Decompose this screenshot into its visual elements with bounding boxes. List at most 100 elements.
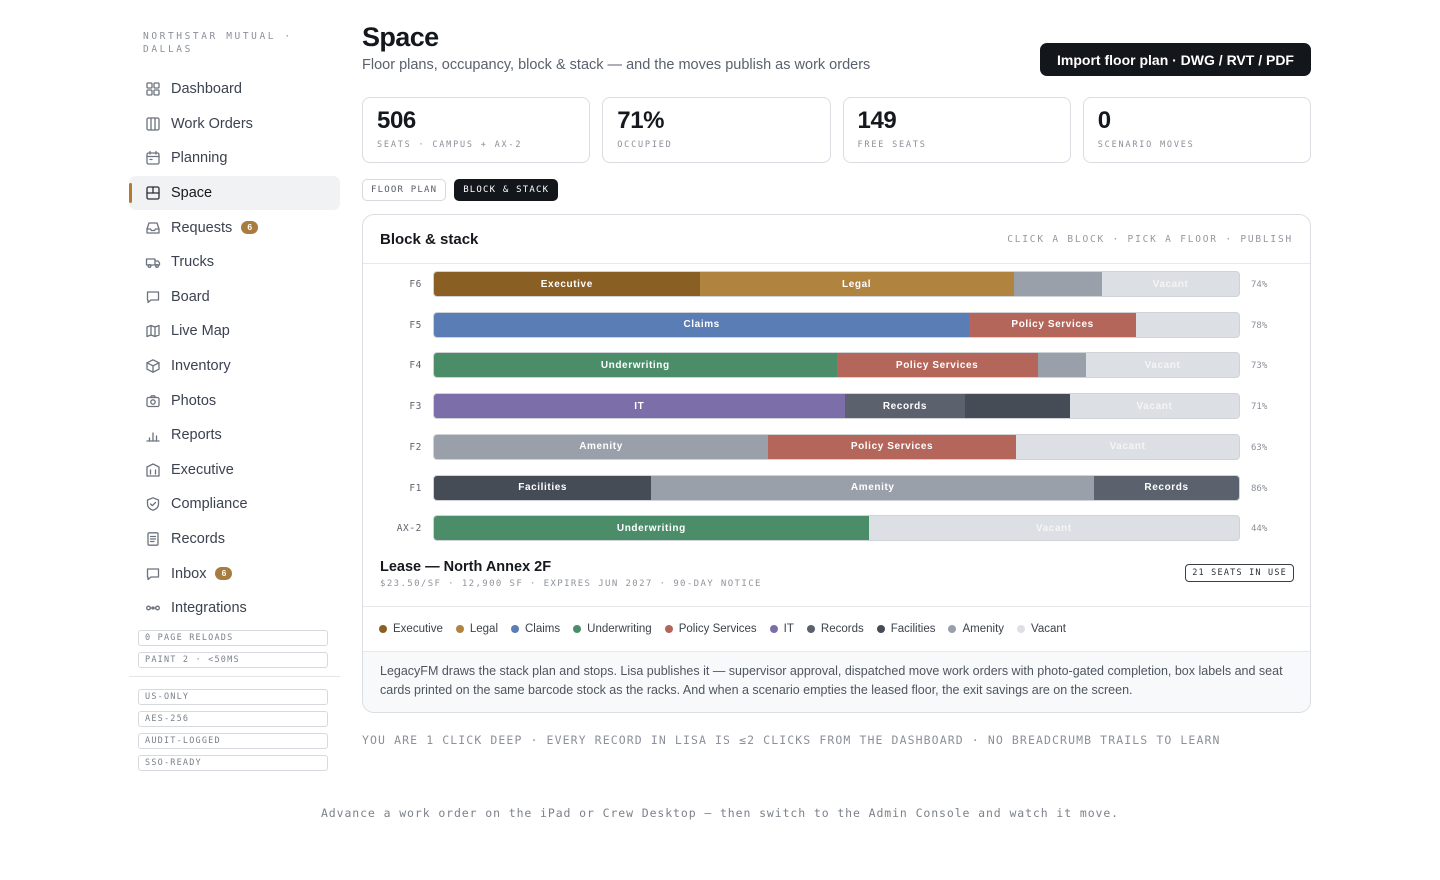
sidebar-item-label: Board [171, 288, 210, 305]
inbox-tray-icon [145, 220, 161, 236]
block-facilities[interactable] [965, 394, 1070, 419]
floor-bar: Claims Policy Services [433, 311, 1240, 338]
sidebar-item-compliance[interactable]: Compliance [129, 487, 340, 522]
block-vacant[interactable]: Vacant [868, 516, 1239, 541]
block-underwriting[interactable]: Underwriting [434, 516, 869, 541]
sidebar-item-requests[interactable]: Requests 6 [129, 210, 340, 245]
sidebar-item-inventory[interactable]: Inventory [129, 349, 340, 384]
legend-swatch [1017, 625, 1026, 633]
security-tag: US-ONLY [138, 688, 328, 705]
message-icon [145, 566, 161, 582]
sidebar-item-inbox[interactable]: Inbox 6 [129, 556, 340, 591]
sidebar-item-board[interactable]: Board [129, 280, 340, 315]
security-tag: AES-256 [138, 710, 328, 727]
legend-swatch [379, 625, 387, 633]
stat-card: 506 SEATS · CAMPUS + AX-2 [362, 97, 591, 163]
sidebar-item-planning[interactable]: Planning [129, 141, 340, 176]
stat-label: SCENARIO MOVES [1097, 140, 1195, 150]
building-icon [145, 462, 161, 478]
block-amenity[interactable] [1037, 353, 1087, 378]
block-vacant[interactable]: Vacant [1102, 272, 1239, 296]
block-underwriting[interactable]: Underwriting [434, 353, 837, 378]
sidebar-item-integrations[interactable]: Integrations [129, 591, 340, 626]
block-amenity[interactable]: Amenity [434, 434, 769, 459]
sidebar-item-live-map[interactable]: Live Map [129, 314, 340, 349]
sidebar-item-label: Planning [171, 150, 228, 167]
floor-label: AX-2 [396, 523, 422, 535]
floor-label: F1 [409, 482, 422, 494]
main-content: Space Floor plans, occupancy, block & st… [362, 20, 1311, 747]
floor-label: F6 [409, 279, 422, 290]
sidebar-item-dashboard[interactable]: Dashboard [129, 72, 340, 107]
sidebar-item-trucks[interactable]: Trucks [129, 245, 340, 280]
block-it[interactable]: IT [434, 394, 845, 419]
legend-item: Facilities [876, 623, 935, 635]
sidebar-item-label: Live Map [171, 323, 230, 340]
sidebar-item-label: Inbox [171, 565, 207, 582]
legend-label: IT [783, 623, 794, 635]
card-hint: CLICK A BLOCK · PICK A FLOOR · PUBLISH [1007, 233, 1293, 245]
sidebar-item-photos[interactable]: Photos [129, 383, 340, 418]
sidebar-item-label: Dashboard [171, 81, 242, 98]
block-records[interactable]: Records [1094, 475, 1239, 500]
floor-label: F5 [409, 319, 422, 331]
stat-card: 149 FREE SEATS [842, 97, 1071, 163]
calendar-icon [145, 150, 161, 166]
tab-block-stack[interactable]: BLOCK & STACK [454, 179, 559, 201]
sidebar-item-work-orders[interactable]: Work Orders [129, 107, 340, 142]
occupancy-percent: 71% [1251, 402, 1268, 413]
shield-icon [145, 496, 161, 512]
block-vacant[interactable]: Vacant [1016, 434, 1239, 459]
legend-swatch [876, 625, 885, 633]
block-legal[interactable]: Legal [699, 272, 1014, 296]
sidebar-item-space[interactable]: Space [129, 175, 340, 211]
sidebar-item-label: Integrations [171, 600, 247, 617]
block-amenity[interactable] [1013, 272, 1103, 296]
legend-item: Executive [379, 623, 443, 635]
page-footer: Advance a work order on the iPad or Crew… [320, 806, 1119, 820]
sidebar-item-label: Trucks [171, 254, 214, 271]
block-policy-services[interactable]: Policy Services [836, 353, 1038, 378]
sidebar-item-label: Compliance [171, 496, 248, 513]
legend-swatch [573, 625, 582, 633]
floor-bar: Underwriting Vacant [433, 515, 1240, 542]
block-policy-services[interactable]: Policy Services [969, 312, 1136, 337]
legend-item: Underwriting [573, 623, 652, 635]
occupancy-percent: 73% [1251, 361, 1268, 372]
block-records[interactable]: Records [844, 394, 966, 419]
block-vacant[interactable]: Vacant [1069, 394, 1239, 419]
legend-item: Records [806, 623, 864, 635]
legend-label: Legal [469, 623, 498, 635]
import-floor-plan-button[interactable]: Import floor plan · DWG / RVT / PDF [1040, 43, 1311, 76]
block-amenity[interactable]: Amenity [651, 475, 1095, 500]
bar-chart-icon [145, 427, 161, 443]
count-badge: 6 [215, 567, 233, 581]
security-tag: AUDIT-LOGGED [138, 732, 328, 749]
block-claims[interactable]: Claims [434, 312, 970, 337]
lease-meta: $23.50/SF · 12,900 SF · EXPIRES JUN 2027… [380, 579, 762, 589]
sidebar-item-label: Photos [171, 392, 217, 409]
floor-row: AX-2 Underwriting Vacant 44% [363, 515, 1310, 543]
occupancy-percent: 86% [1251, 483, 1268, 494]
block-vacant[interactable] [1135, 312, 1239, 337]
legend-item: Legal [455, 623, 498, 635]
sidebar-item-label: Requests [171, 219, 233, 236]
floor-bar: Amenity Policy Services Vacant [433, 433, 1240, 460]
sidebar-item-executive[interactable]: Executive [129, 453, 340, 488]
sidebar-item-records[interactable]: Records [129, 522, 340, 557]
floorplan-icon [145, 185, 161, 201]
legend-swatch [948, 625, 957, 633]
legend-item: IT [769, 623, 794, 635]
truck-icon [145, 254, 161, 270]
block-executive[interactable]: Executive [434, 272, 700, 296]
block-vacant[interactable]: Vacant [1086, 353, 1239, 378]
block-stack-card: Block & stack CLICK A BLOCK · PICK A FLO… [362, 214, 1311, 713]
grid-icon [145, 81, 161, 97]
legend-label: Policy Services [678, 623, 757, 635]
sidebar-item-reports[interactable]: Reports [129, 418, 340, 453]
stats-row: 506 SEATS · CAMPUS + AX-2 71% OCCUPIED 149 FR… [362, 97, 1311, 163]
sidebar-item-label: Reports [171, 427, 222, 444]
block-facilities[interactable]: Facilities [434, 475, 652, 500]
block-policy-services[interactable]: Policy Services [768, 434, 1016, 459]
tab-floor-plan[interactable]: FLOOR PLAN [362, 179, 447, 201]
